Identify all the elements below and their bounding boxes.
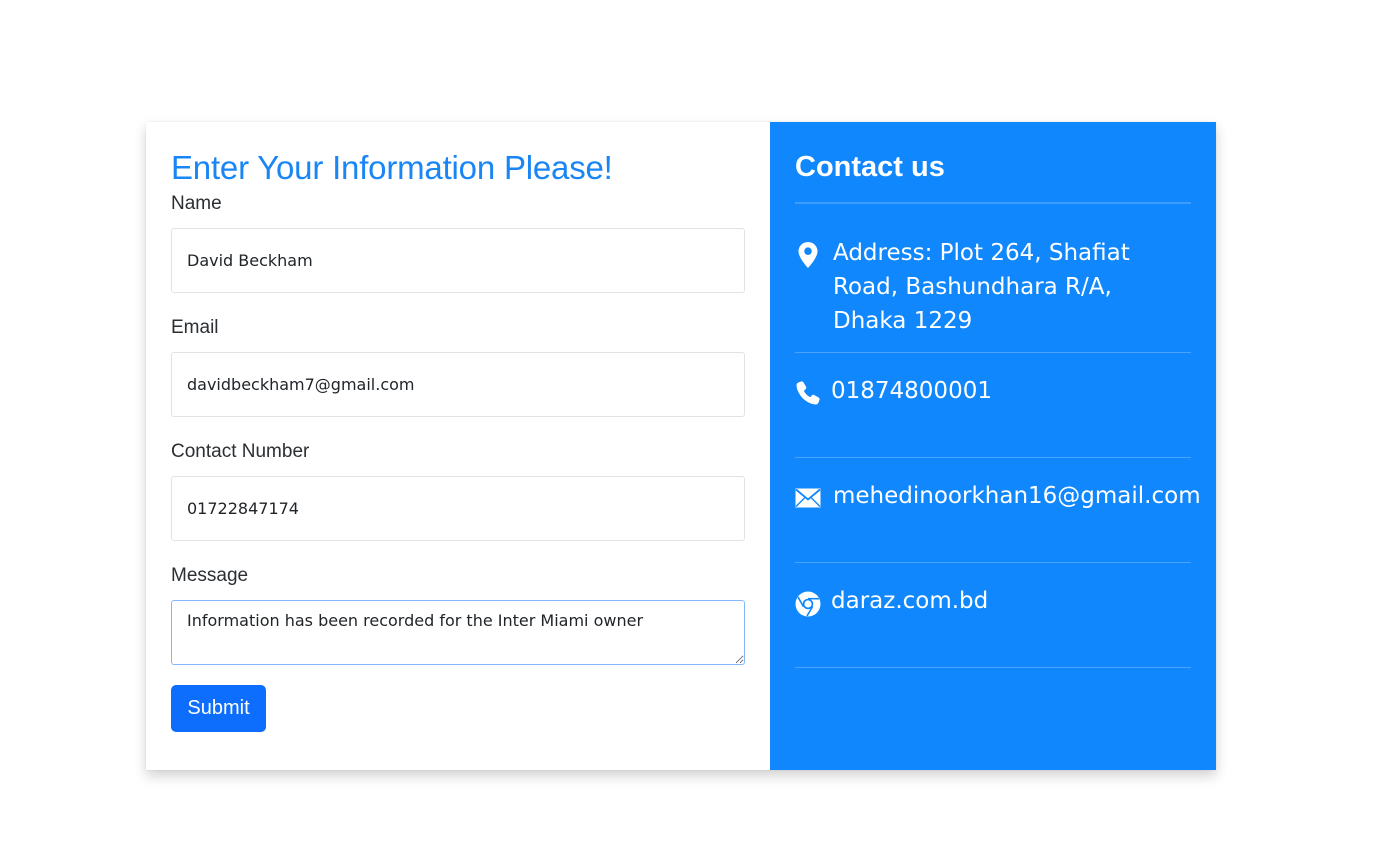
website-row: daraz.com.bd <box>795 563 1191 667</box>
divider <box>795 667 1191 668</box>
information-form: Enter Your Information Please! Name Emai… <box>146 122 770 770</box>
website-text[interactable]: daraz.com.bd <box>831 584 988 618</box>
phone-row: 01874800001 <box>795 353 1191 457</box>
email-input[interactable] <box>171 352 745 417</box>
address-text: Address: Plot 264, Shafiat Road, Bashund… <box>833 240 1130 334</box>
message-textarea[interactable]: Information has been recorded for the In… <box>171 600 745 665</box>
contact-info-panel: Contact us Address: Plot 264, Shafiat Ro… <box>770 122 1216 770</box>
address-row: Address: Plot 264, Shafiat Road, Bashund… <box>795 204 1191 352</box>
location-pin-icon <box>795 240 821 270</box>
contact-number-input[interactable] <box>171 476 745 541</box>
phone-text[interactable]: 01874800001 <box>831 374 992 408</box>
name-input[interactable] <box>171 228 745 293</box>
submit-button[interactable]: Submit <box>171 685 266 732</box>
chrome-icon <box>795 591 821 617</box>
contact-number-label: Contact Number <box>171 441 310 462</box>
envelope-icon <box>795 487 821 509</box>
form-title: Enter Your Information Please! <box>171 149 613 186</box>
email-text[interactable]: mehedinoorkhan16@gmail.com <box>833 479 1201 513</box>
email-row: mehedinoorkhan16@gmail.com <box>795 458 1201 562</box>
message-label: Message <box>171 565 249 586</box>
contact-card: Enter Your Information Please! Name Emai… <box>146 122 1216 770</box>
name-label: Name <box>171 193 222 214</box>
email-label: Email <box>171 317 219 338</box>
phone-icon <box>795 380 821 406</box>
contact-title: Contact us <box>795 151 945 183</box>
